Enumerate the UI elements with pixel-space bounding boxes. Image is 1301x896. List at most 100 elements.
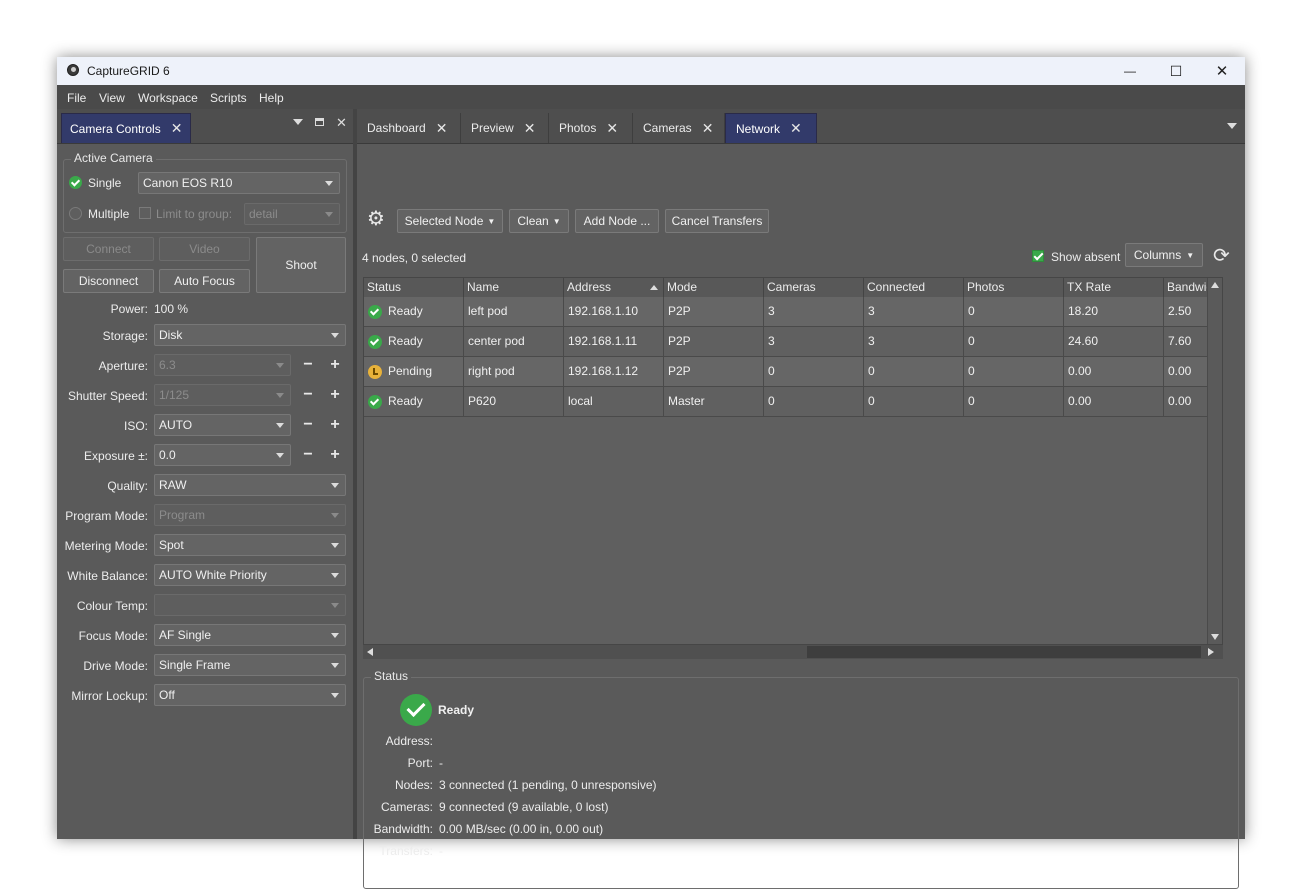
close-tab-icon[interactable]: ✕ [790,120,802,137]
close-tab-icon[interactable]: ✕ [606,120,618,137]
close-tab-icon[interactable]: ✕ [171,120,183,137]
mirror-lockup-select[interactable]: Off [154,684,346,706]
menu-file[interactable]: File [67,91,86,105]
storage-select[interactable]: Disk [154,324,346,346]
metering-mode-select[interactable]: Spot [154,534,346,556]
cancel-transfers-button[interactable]: Cancel Transfers [665,209,769,233]
close-panel-icon[interactable]: ✕ [336,115,347,131]
tabs-overflow-chevron-icon[interactable] [1227,123,1237,129]
sort-ascending-icon [650,285,658,290]
show-absent-checkbox[interactable] [1032,250,1044,262]
column-header-tx-rate[interactable]: TX Rate [1064,278,1164,297]
program-mode-select[interactable]: Program [154,504,346,526]
tab-label: Network [736,121,781,136]
exposure-increment-button[interactable]: + [327,446,343,463]
add-node-button[interactable]: Add Node ... [575,209,659,233]
status-text: Ready [388,304,423,318]
close-tab-icon[interactable]: ✕ [436,120,448,137]
tab-photos[interactable]: Photos ✕ [549,113,633,143]
program-mode-label: Program Mode: [65,509,148,523]
shutter-speed-select[interactable]: 1/125 [154,384,291,406]
drive-mode-select[interactable]: Single Frame [154,654,346,676]
clean-button[interactable]: Clean ▼ [509,209,569,233]
video-button[interactable]: Video [159,237,250,261]
menu-help[interactable]: Help [259,91,284,105]
selected-node-button[interactable]: Selected Node ▼ [397,209,503,233]
refresh-icon[interactable]: ⟳ [1213,243,1230,268]
cell-cameras: 0 [764,357,864,387]
single-radio[interactable] [69,176,82,189]
cell-name: right pod [464,357,564,387]
aperture-increment-button[interactable]: + [327,356,343,373]
column-header-mode[interactable]: Mode [664,278,764,297]
cell-mode: Master [664,387,764,417]
scrollbar-thumb[interactable] [807,646,1201,658]
colour-temp-select[interactable] [154,594,346,616]
limit-group-select[interactable]: detail [244,203,340,225]
quality-select[interactable]: RAW [154,474,346,496]
aperture-decrement-button[interactable]: − [300,356,316,373]
tab-preview[interactable]: Preview ✕ [461,113,549,143]
table-row[interactable]: Ready left pod 192.168.1.10 P2P 3 3 0 18.20 2.50 [364,297,1222,327]
iso-increment-button[interactable]: + [327,416,343,433]
column-header-connected[interactable]: Connected [864,278,964,297]
focus-mode-select[interactable]: AF Single [154,624,346,646]
cell-connected: 3 [864,297,964,327]
scroll-up-icon[interactable] [1211,282,1219,288]
columns-label: Columns [1133,248,1182,262]
table-row[interactable]: Ready center pod 192.168.1.11 P2P 3 3 0 24.60 7.… [364,327,1222,357]
table-vertical-scrollbar[interactable] [1207,278,1222,644]
close-tab-icon[interactable]: ✕ [524,120,536,137]
table-row[interactable]: Ready P620 local Master 0 0 0 0.00 0.00 [364,387,1222,417]
tab-dashboard[interactable]: Dashboard ✕ [357,113,461,143]
tab-network[interactable]: Network ✕ [725,113,817,143]
auto-focus-button[interactable]: Auto Focus [159,269,250,293]
columns-button[interactable]: Columns ▼ [1125,243,1203,267]
scroll-left-icon[interactable] [367,648,373,656]
white-balance-select[interactable]: AUTO White Priority [154,564,346,586]
cell-tx-rate: 0.00 [1064,357,1164,387]
cell-name: center pod [464,327,564,357]
table-horizontal-scrollbar[interactable] [363,645,1223,659]
power-value: 100 % [154,302,189,316]
tab-cameras[interactable]: Cameras ✕ [633,113,725,143]
menu-workspace[interactable]: Workspace [138,91,198,105]
column-header-cameras[interactable]: Cameras [764,278,864,297]
column-header-photos[interactable]: Photos [964,278,1064,297]
shutter-speed-increment-button[interactable]: + [327,386,343,403]
iso-decrement-button[interactable]: − [300,416,316,433]
active-camera-select[interactable]: Canon EOS R10 [138,172,340,194]
minimize-button[interactable]: — [1107,57,1153,85]
scroll-down-icon[interactable] [1211,634,1219,640]
shoot-button[interactable]: Shoot [256,237,346,293]
status-state: Ready [438,703,475,717]
multiple-radio[interactable] [69,207,82,220]
scroll-right-icon[interactable] [1208,648,1214,656]
limit-to-group-checkbox[interactable] [139,207,151,219]
column-header-address[interactable]: Address [564,278,664,297]
iso-select[interactable]: AUTO [154,414,291,436]
aperture-select[interactable]: 6.3 [154,354,291,376]
ready-check-icon [368,304,382,319]
chevron-down-icon [276,423,284,428]
maximize-button[interactable]: ☐ [1153,57,1199,85]
status-port-value: - [439,756,443,770]
cell-cameras: 0 [764,387,864,417]
mirror-lockup-value: Off [159,688,175,702]
exposure-decrement-button[interactable]: − [300,446,316,463]
exposure-select[interactable]: 0.0 [154,444,291,466]
column-header-name[interactable]: Name [464,278,564,297]
menu-view[interactable]: View [99,91,125,105]
gear-icon[interactable]: ⚙ [367,209,385,229]
disconnect-button[interactable]: Disconnect [63,269,154,293]
close-window-button[interactable]: ✕ [1199,57,1245,85]
shutter-speed-decrement-button[interactable]: − [300,386,316,403]
menu-scripts[interactable]: Scripts [210,91,247,105]
connect-button[interactable]: Connect [63,237,154,261]
column-header-status[interactable]: Status [364,278,464,297]
float-panel-icon[interactable] [315,118,324,126]
panel-menu-chevron-icon[interactable] [293,119,303,125]
tab-camera-controls[interactable]: Camera Controls ✕ [61,113,191,143]
table-row[interactable]: Pending right pod 192.168.1.12 P2P 0 0 0 0.00 0.… [364,357,1222,387]
close-tab-icon[interactable]: ✕ [702,120,714,137]
